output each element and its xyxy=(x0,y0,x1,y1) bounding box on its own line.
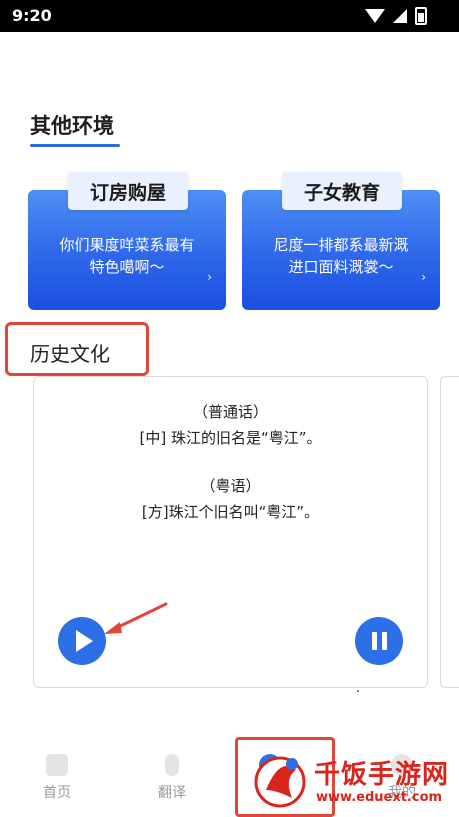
status-icons xyxy=(365,7,427,25)
env-card-label: 子女教育 xyxy=(282,172,402,210)
env-card-education[interactable]: 子女教育 尼度一排都系最新溉 进口面料溉裳～ › xyxy=(242,172,440,310)
env-card-desc: 你们果度咩菜系最有 特色噶啊～ xyxy=(40,234,214,278)
pause-icon xyxy=(371,632,377,650)
history-title: 历史文化 xyxy=(30,342,110,366)
battery-icon xyxy=(415,7,427,25)
env-card-desc: 尼度一排都系最新溉 进口面料溉裳～ xyxy=(254,234,428,278)
desc-line: 进口面料溉裳～ xyxy=(288,258,394,276)
mandarin-label: （普通话） xyxy=(192,403,268,421)
watermark-logo-icon xyxy=(254,756,306,808)
nav-home-label: 首页 xyxy=(43,785,71,801)
nav-home[interactable]: 首页 xyxy=(27,754,87,802)
desc-line: 尼度一排都系最新溉 xyxy=(273,236,409,254)
status-time: 9:20 xyxy=(12,6,52,25)
watermark-url: www.eduext.com xyxy=(316,790,443,805)
desc-line: 特色噶啊～ xyxy=(89,258,165,276)
desc-line: 你们果度咩菜系最有 xyxy=(59,236,195,254)
env-card-label: 订房购屋 xyxy=(68,172,188,210)
dialog-card: （普通话） [中] 珠江的旧名是“粤江”。 （粤语） [方]珠江个旧名叫“粤江”… xyxy=(33,376,428,688)
nav-translate-label: 翻译 xyxy=(158,785,186,801)
chevron-right-icon: › xyxy=(207,270,212,284)
cantonese-label: （粤语） xyxy=(200,477,261,495)
pause-icon xyxy=(381,632,387,650)
chevron-right-icon: › xyxy=(421,270,426,284)
annotation-arrow-icon xyxy=(104,602,168,634)
status-bar: 9:20 xyxy=(0,0,459,32)
nav-translate[interactable]: 翻译 xyxy=(142,754,202,802)
wifi-icon xyxy=(365,9,385,23)
watermark-title: 千饭手游网 xyxy=(314,760,450,790)
home-icon xyxy=(46,754,68,776)
mandarin-text: [中] 珠江的旧名是“粤江”。 xyxy=(139,429,322,447)
microphone-icon xyxy=(165,754,179,776)
section-title: 其他环境 xyxy=(30,114,114,138)
section-underline xyxy=(30,144,120,147)
pause-button[interactable] xyxy=(355,617,403,665)
pager-dot xyxy=(357,690,359,692)
watermark: 千饭手游网 www.eduext.com xyxy=(252,750,457,812)
next-dialog-card[interactable] xyxy=(440,376,459,688)
play-icon xyxy=(75,630,93,652)
env-card-housing[interactable]: 订房购屋 你们果度咩菜系最有 特色噶啊～ › xyxy=(28,172,226,310)
play-button[interactable] xyxy=(58,617,106,665)
cantonese-text: [方]珠江个旧名叫“粤江”。 xyxy=(141,503,320,521)
signal-icon xyxy=(393,9,407,23)
